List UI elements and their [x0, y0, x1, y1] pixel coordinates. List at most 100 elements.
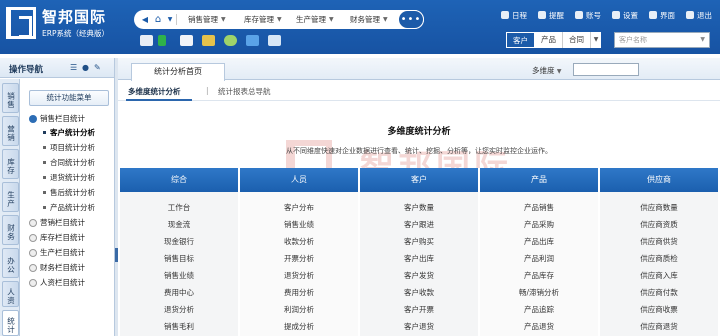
grid-link[interactable]: 销售目标 — [120, 253, 238, 264]
subtab-report-nav[interactable]: 统计报表总导航 — [218, 86, 271, 97]
vtab-finance[interactable]: 财务 — [2, 215, 19, 245]
grid-link[interactable]: 费用分析 — [240, 287, 358, 298]
grid-link[interactable]: 客户分布 — [240, 202, 358, 213]
grid-link[interactable]: 收款分析 — [240, 236, 358, 247]
grid-link[interactable]: 产品采购 — [480, 219, 598, 230]
pin-icon[interactable]: ✎ — [94, 64, 102, 72]
grid-link[interactable]: 供应商付款 — [600, 287, 718, 298]
chat-icon[interactable] — [224, 35, 237, 46]
grid-link[interactable]: 供应商数量 — [600, 202, 718, 213]
chevron-down-icon[interactable]: ▼ — [166, 13, 174, 26]
expand-icon[interactable] — [29, 278, 37, 287]
menu-sales[interactable]: 销售管理 ▼ — [188, 13, 226, 26]
tab-stats-home[interactable]: 统计分析首页 — [131, 63, 225, 81]
chevron-down-icon[interactable]: ▼ — [700, 33, 705, 47]
grid-link[interactable]: 产品销售 — [480, 202, 598, 213]
grid-link[interactable]: 供应商入库 — [600, 270, 718, 281]
grid-link[interactable]: 销售业绩 — [240, 219, 358, 230]
tree-item-return-stats[interactable]: 退货统计分析 — [43, 171, 95, 184]
list-icon[interactable]: ☰ — [70, 64, 78, 72]
grid-link[interactable]: 供应商资质 — [600, 219, 718, 230]
tree-group-inventory[interactable]: 库存栏目统计 — [29, 231, 85, 244]
vtab-inventory[interactable]: 库存 — [2, 149, 19, 179]
tree-item-project-stats[interactable]: 项目统计分析 — [43, 141, 95, 154]
grid-link[interactable]: 供应商退货 — [600, 321, 718, 332]
grid-link[interactable]: 客户开票 — [360, 304, 478, 315]
settings-link[interactable]: 设置 — [612, 10, 638, 21]
vtab-sales[interactable]: 销售 — [2, 83, 19, 113]
grid-link[interactable]: 客户购买 — [360, 236, 478, 247]
grid-link[interactable]: 产品追踪 — [480, 304, 598, 315]
tree-group-marketing[interactable]: 营销栏目统计 — [29, 216, 85, 229]
tree-group-hr[interactable]: 人资栏目统计 — [29, 276, 85, 289]
grid-link[interactable]: 退货分析 — [120, 304, 238, 315]
grid-link[interactable]: 产品退货 — [480, 321, 598, 332]
reminder-link[interactable]: 提醒 — [538, 10, 564, 21]
search-tab-contract[interactable]: 合同 — [563, 32, 591, 48]
grid-link[interactable]: 客户跟进 — [360, 219, 478, 230]
brand-logo[interactable]: 智邦国际 ERP系统（经典版） — [6, 6, 116, 42]
grid-link[interactable]: 客户数量 — [360, 202, 478, 213]
expand-icon[interactable] — [29, 233, 37, 242]
vtab-hr[interactable]: 人资 — [2, 281, 19, 307]
vtab-marketing[interactable]: 营销 — [2, 116, 19, 146]
stats-menu-button[interactable]: 统计功能菜单 — [29, 90, 109, 106]
menu-finance[interactable]: 财务管理 ▼ — [350, 13, 388, 26]
grid-link[interactable]: 现金流 — [120, 219, 238, 230]
vtab-office[interactable]: 办公 — [2, 248, 19, 278]
tree-item-product-stats[interactable]: 产品统计分析 — [43, 201, 95, 214]
back-arrow-icon[interactable]: ◀ — [140, 13, 150, 26]
grid-link[interactable]: 供应商收票 — [600, 304, 718, 315]
schedule-link[interactable]: 日程 — [501, 10, 527, 21]
grid-link[interactable]: 退货分析 — [240, 270, 358, 281]
vtab-statistics[interactable]: 统计 — [2, 310, 19, 336]
grid-link[interactable]: 销售毛利 — [120, 321, 238, 332]
grid-link[interactable]: 产品出库 — [480, 236, 598, 247]
grid-link[interactable]: 客户出库 — [360, 253, 478, 264]
grid-link[interactable]: 客户收款 — [360, 287, 478, 298]
interface-link[interactable]: 界面 — [649, 10, 675, 21]
dimension-search-input[interactable] — [573, 63, 639, 76]
menu-production[interactable]: 生产管理 ▼ — [296, 13, 334, 26]
grid-link[interactable]: 现金银行 — [120, 236, 238, 247]
tree-group-sales[interactable]: 销售栏目统计 — [29, 112, 85, 125]
search-input[interactable]: 客户名称 ▼ — [614, 32, 710, 48]
tree-item-customer-stats[interactable]: 客户统计分析 — [43, 126, 95, 139]
document-icon[interactable] — [180, 35, 193, 46]
phone-icon[interactable] — [158, 35, 166, 46]
grid-link[interactable]: 供应商质检 — [600, 253, 718, 264]
grid-link[interactable]: 供应商供货 — [600, 236, 718, 247]
tree-group-finance[interactable]: 财务栏目统计 — [29, 261, 85, 274]
expand-icon[interactable] — [29, 218, 37, 227]
grid-link[interactable]: 产品库存 — [480, 270, 598, 281]
subtab-multidim[interactable]: 多维度统计分析 — [128, 86, 181, 97]
menu-inventory[interactable]: 库存管理 ▼ — [244, 13, 282, 26]
chevron-down-icon[interactable]: ▼ — [591, 32, 601, 48]
grid-link[interactable]: 客户退货 — [360, 321, 478, 332]
calculator-icon[interactable] — [268, 35, 281, 46]
grid-apps-icon[interactable] — [246, 35, 259, 46]
grid-link[interactable]: 畅/滞销分析 — [480, 287, 598, 298]
mail-icon[interactable] — [202, 35, 215, 46]
grid-link[interactable]: 销售业绩 — [120, 270, 238, 281]
grid-link[interactable]: 提成分析 — [240, 321, 358, 332]
grid-link[interactable]: 利润分析 — [240, 304, 358, 315]
tree-item-contract-stats[interactable]: 合同统计分析 — [43, 156, 95, 169]
expand-icon[interactable] — [29, 263, 37, 272]
user-icon[interactable]: ● — [82, 64, 90, 72]
megaphone-icon[interactable] — [140, 35, 153, 46]
vtab-production[interactable]: 生产 — [2, 182, 19, 212]
logout-link[interactable]: 退出 — [686, 10, 712, 21]
expand-icon[interactable] — [29, 248, 37, 257]
dimension-select[interactable]: 多维度 ▼ — [532, 65, 562, 76]
search-tab-customer[interactable]: 客户 — [506, 32, 535, 48]
grid-link[interactable]: 费用中心 — [120, 287, 238, 298]
more-menu-button[interactable]: ••• — [398, 10, 424, 29]
tree-item-aftersales-stats[interactable]: 售后统计分析 — [43, 186, 95, 199]
grid-link[interactable]: 开票分析 — [240, 253, 358, 264]
tree-group-production[interactable]: 生产栏目统计 — [29, 246, 85, 259]
account-link[interactable]: 账号 — [575, 10, 601, 21]
collapse-icon[interactable] — [29, 114, 37, 123]
search-tab-product[interactable]: 产品 — [535, 32, 563, 48]
grid-link[interactable]: 客户发货 — [360, 270, 478, 281]
